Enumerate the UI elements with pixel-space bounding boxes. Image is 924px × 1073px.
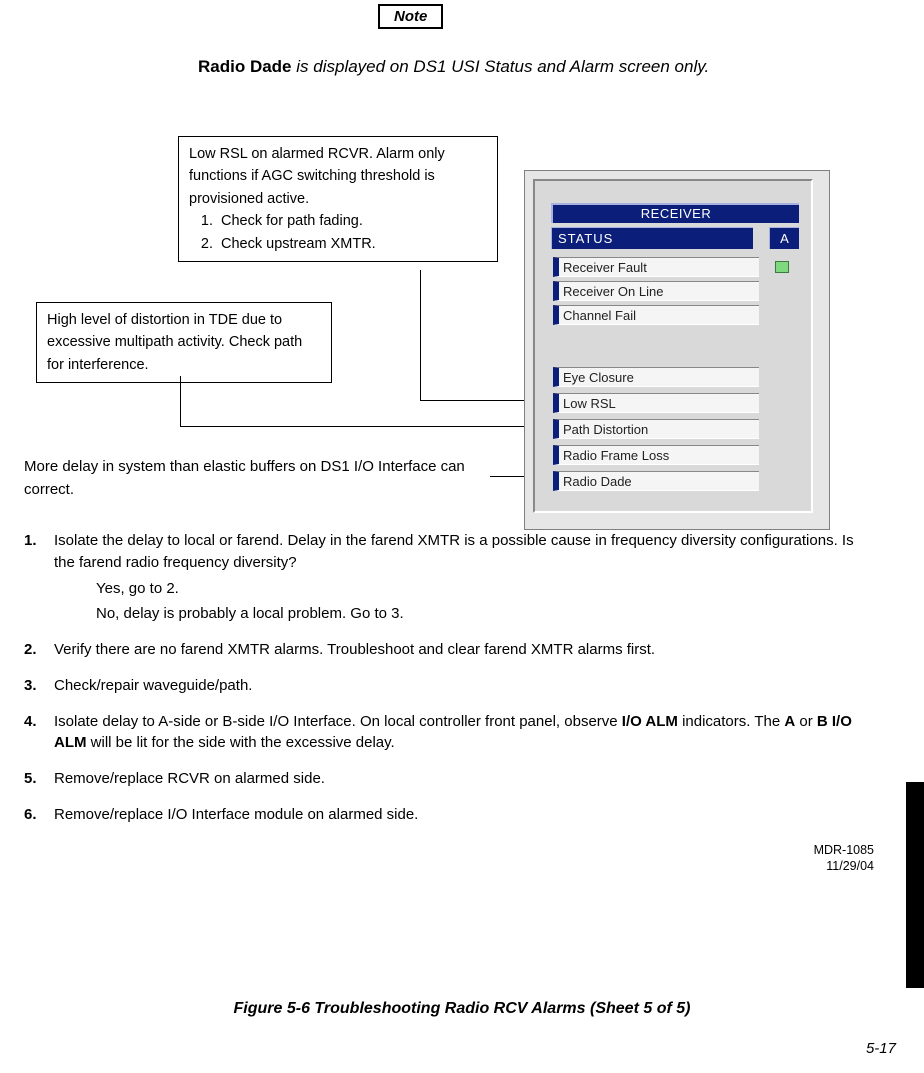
step-num: 4. bbox=[24, 711, 54, 755]
doc-id-line2: 11/29/04 bbox=[814, 858, 874, 874]
leader-line bbox=[420, 270, 421, 400]
step-5-text: Remove/replace RCVR on alarmed side. bbox=[54, 768, 874, 790]
step-2-text: Verify there are no farend XMTR alarms. … bbox=[54, 639, 874, 661]
item-channel-fail: Channel Fail bbox=[553, 305, 759, 325]
item-low-rsl: Low RSL bbox=[553, 393, 759, 413]
callout-low-rsl-intro: Low RSL on alarmed RCVR. Alarm only func… bbox=[189, 143, 487, 210]
doc-id: MDR-1085 11/29/04 bbox=[814, 842, 874, 875]
note-text: Radio Dade is displayed on DS1 USI Statu… bbox=[198, 55, 709, 79]
callout-path-distortion-text: High level of distortion in TDE due to e… bbox=[47, 312, 302, 373]
t: will be lit for the side with the excess… bbox=[87, 734, 395, 751]
step-5: 5. Remove/replace RCVR on alarmed side. bbox=[24, 768, 874, 790]
step-num: 5. bbox=[24, 768, 54, 790]
item-radio-dade: Radio Dade bbox=[553, 471, 759, 491]
item-receiver-fault: Receiver Fault bbox=[553, 257, 759, 277]
doc-id-line1: MDR-1085 bbox=[814, 842, 874, 858]
panel-header: RECEIVER bbox=[551, 203, 799, 223]
leader-line bbox=[180, 376, 181, 426]
step-2: 2. Verify there are no farend XMTR alarm… bbox=[24, 639, 874, 661]
item-path-distortion: Path Distortion bbox=[553, 419, 759, 439]
item-receiver-online: Receiver On Line bbox=[553, 281, 759, 301]
page-edge-tab bbox=[906, 782, 924, 988]
status-row: STATUS A bbox=[551, 227, 799, 249]
callout-low-rsl-item1: Check for path fading. bbox=[217, 210, 487, 232]
note-label-box: Note bbox=[378, 4, 443, 29]
step-1-no: No, delay is probably a local problem. G… bbox=[96, 603, 874, 625]
receiver-panel: RECEIVER STATUS A Receiver Fault Receive… bbox=[524, 170, 830, 530]
step-num: 3. bbox=[24, 675, 54, 697]
leader-line bbox=[180, 426, 530, 427]
step-1: 1. Isolate the delay to local or farend.… bbox=[24, 530, 874, 625]
note-bold: Radio Dade bbox=[198, 57, 292, 76]
status-column-a: A bbox=[769, 227, 799, 249]
step-num: 1. bbox=[24, 530, 54, 625]
callout-low-rsl-item2: Check upstream XMTR. bbox=[217, 233, 487, 255]
t: indicators. The bbox=[678, 713, 784, 730]
t: A bbox=[784, 713, 795, 730]
step-4-text: Isolate delay to A-side or B-side I/O In… bbox=[54, 711, 874, 755]
note-label: Note bbox=[394, 8, 427, 25]
more-delay-content: More delay in system than elastic buffer… bbox=[24, 458, 465, 498]
leader-line bbox=[420, 400, 530, 401]
step-3-text: Check/repair waveguide/path. bbox=[54, 675, 874, 697]
figure-caption: Figure 5-6 Troubleshooting Radio RCV Ala… bbox=[0, 1000, 924, 1018]
item-eye-closure: Eye Closure bbox=[553, 367, 759, 387]
step-6: 6. Remove/replace I/O Interface module o… bbox=[24, 804, 874, 826]
step-3: 3. Check/repair waveguide/path. bbox=[24, 675, 874, 697]
status-label: STATUS bbox=[551, 227, 753, 249]
step-4: 4. Isolate delay to A-side or B-side I/O… bbox=[24, 711, 874, 755]
item-radio-frame-loss: Radio Frame Loss bbox=[553, 445, 759, 465]
step-1-yes: Yes, go to 2. bbox=[96, 578, 874, 600]
more-delay-text: More delay in system than elastic buffer… bbox=[24, 455, 484, 502]
t: Isolate delay to A-side or B-side I/O In… bbox=[54, 713, 622, 730]
t: I/O ALM bbox=[622, 713, 678, 730]
step-num: 2. bbox=[24, 639, 54, 661]
note-rest: is displayed on DS1 USI Status and Alarm… bbox=[292, 57, 710, 76]
step-num: 6. bbox=[24, 804, 54, 826]
callout-low-rsl: Low RSL on alarmed RCVR. Alarm only func… bbox=[178, 136, 498, 262]
steps-list: 1. Isolate the delay to local or farend.… bbox=[24, 530, 874, 840]
step-1-text: Isolate the delay to local or farend. De… bbox=[54, 532, 854, 571]
led-receiver-fault bbox=[775, 261, 789, 273]
step-6-text: Remove/replace I/O Interface module on a… bbox=[54, 804, 874, 826]
page-number: 5-17 bbox=[866, 1040, 896, 1057]
callout-path-distortion: High level of distortion in TDE due to e… bbox=[36, 302, 332, 383]
panel-inner: RECEIVER STATUS A Receiver Fault Receive… bbox=[533, 179, 813, 513]
t: or bbox=[795, 713, 817, 730]
